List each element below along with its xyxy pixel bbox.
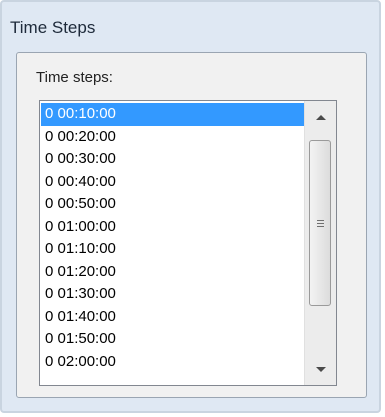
vertical-scrollbar[interactable] (304, 101, 336, 385)
list-item[interactable]: 0 01:00:00 (41, 216, 304, 239)
list-item[interactable]: 0 00:20:00 (41, 126, 304, 149)
list-item[interactable]: 0 00:40:00 (41, 171, 304, 194)
time-steps-window: Time Steps Time steps: 0 00:10:00 0 00:2… (0, 0, 381, 413)
list-item[interactable]: 0 01:40:00 (41, 306, 304, 329)
list-item[interactable]: 0 01:10:00 (41, 238, 304, 261)
list-item[interactable]: 0 01:20:00 (41, 261, 304, 284)
list-item[interactable]: 0 01:50:00 (41, 328, 304, 351)
time-steps-list: 0 00:10:00 0 00:20:00 0 00:30:00 0 00:40… (41, 103, 304, 373)
scroll-up-button[interactable] (305, 101, 336, 133)
time-steps-label: Time steps: (36, 69, 113, 86)
grip-icon (316, 219, 324, 227)
scroll-thumb[interactable] (309, 140, 331, 306)
time-steps-listbox[interactable]: 0 00:10:00 0 00:20:00 0 00:30:00 0 00:40… (39, 100, 337, 386)
list-item[interactable]: 0 02:00:00 (41, 351, 304, 374)
list-item[interactable]: 0 00:50:00 (41, 193, 304, 216)
chevron-down-icon (315, 366, 326, 372)
list-item[interactable]: 0 00:30:00 (41, 148, 304, 171)
window-title: Time Steps (10, 18, 96, 37)
list-item[interactable]: 0 01:30:00 (41, 283, 304, 306)
list-item[interactable]: 0 00:10:00 (41, 103, 304, 126)
scroll-down-button[interactable] (305, 353, 336, 385)
chevron-up-icon (315, 114, 326, 120)
time-steps-group: Time steps: 0 00:10:00 0 00:20:00 0 00:3… (16, 52, 367, 398)
